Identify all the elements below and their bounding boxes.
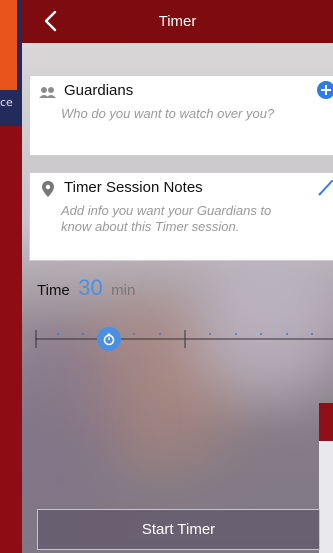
background-app-edge: ce: [0, 0, 22, 553]
slider-tick-minor: [235, 333, 237, 335]
guardians-label: Guardians: [64, 82, 134, 99]
slider-tick-minor: [260, 333, 262, 335]
slider-tick-minor: [133, 333, 135, 335]
slider-tick-minor: [159, 333, 161, 335]
slider-tick-minor: [57, 333, 59, 335]
pencil-icon[interactable]: [316, 177, 333, 197]
timer-sheet: Timer Guardians Who do you want to watch…: [22, 0, 333, 553]
nav-bar: Timer: [22, 0, 333, 43]
timer-notes-field[interactable]: Timer Session Notes Add info you want yo…: [29, 172, 333, 261]
slider-tick-minor: [209, 333, 211, 335]
background-app-text: ce: [0, 96, 13, 109]
slider-tick-minor: [286, 333, 288, 335]
plus-circle-icon[interactable]: [316, 80, 333, 100]
background-tab: [319, 403, 333, 441]
slider-tick-minor: [311, 333, 313, 335]
guardians-field[interactable]: Guardians Who do you want to watch over …: [29, 75, 333, 156]
time-unit: min: [111, 282, 136, 299]
location-pin-icon: [42, 181, 54, 197]
time-display: Time 30 min: [37, 275, 135, 301]
slider-tick-minor: [82, 333, 84, 335]
guardians-placeholder: Who do you want to watch over you?: [61, 106, 275, 121]
timer-notes-placeholder: Add info you want your Guardians to know…: [61, 203, 272, 234]
time-slider[interactable]: [35, 326, 333, 352]
background-panel: [319, 441, 333, 553]
background-app-accent: [0, 0, 17, 90]
page-title: Timer: [158, 13, 197, 30]
start-timer-button[interactable]: Start Timer: [37, 509, 320, 550]
timer-notes-label: Timer Session Notes: [64, 179, 203, 196]
time-value: 30: [78, 275, 103, 300]
people-icon: [39, 87, 56, 98]
time-label: Time: [37, 282, 70, 299]
slider-thumb[interactable]: [97, 327, 121, 351]
